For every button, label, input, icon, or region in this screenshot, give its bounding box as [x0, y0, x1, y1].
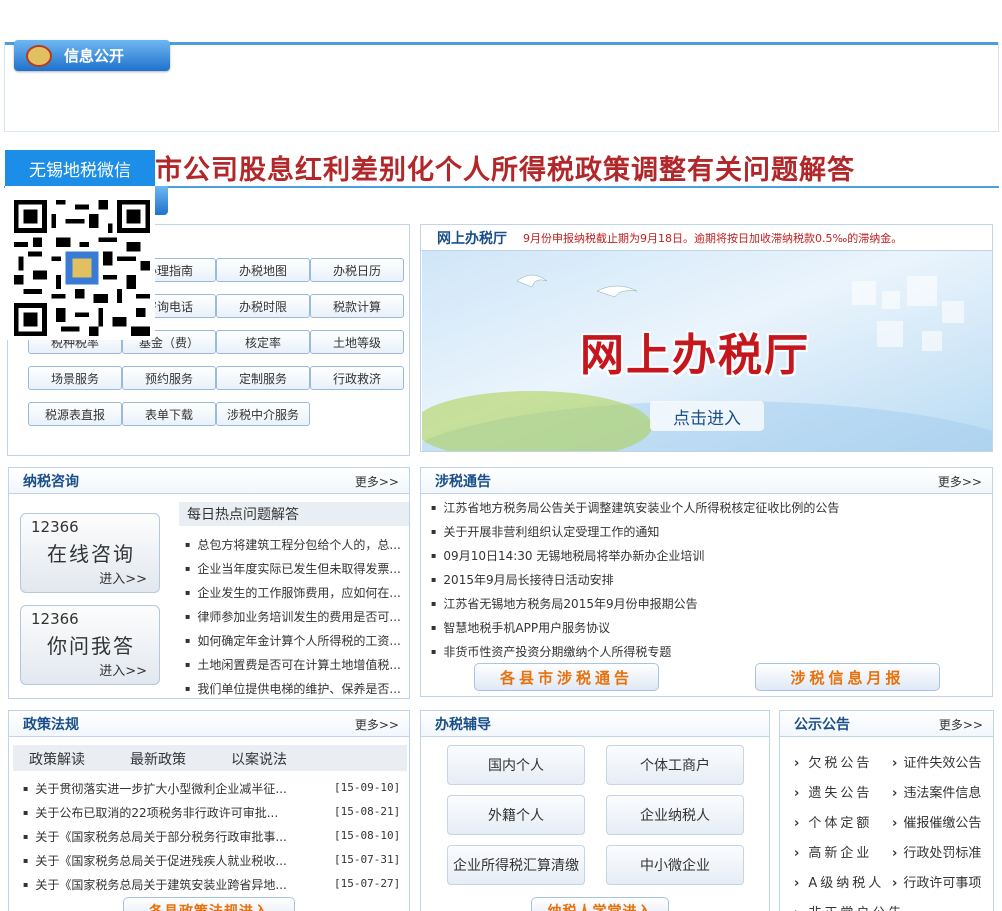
hot-question-item[interactable]: 我们单位提供电梯的维护、保养是否... [185, 680, 407, 697]
card-number: 12366 [31, 610, 79, 628]
tax-emblem-icon [26, 44, 52, 67]
tax-notice-item[interactable]: 智慧地税手机APP用户服务协议 [431, 619, 981, 636]
policy-date: [15-08-21] [334, 805, 401, 818]
card-number: 12366 [31, 518, 79, 536]
tax-notice-item[interactable]: 非货币性资产投资分期缴纳个人所得税专题 [431, 643, 981, 660]
public-notice-item[interactable]: 个体定额 [794, 812, 872, 831]
guide-button[interactable]: 国内个人 [447, 745, 585, 785]
qa-card[interactable]: 12366 你问我答 进入>> [20, 605, 160, 685]
wechat-float[interactable]: 无锡地税微信 [5, 150, 155, 340]
wechat-title: 无锡地税微信 [5, 150, 155, 186]
info-tab-label: 信息公开 [64, 47, 125, 65]
policy-date: [15-07-31] [334, 853, 401, 866]
hot-question-item[interactable]: 企业发生的工作服饰费用，应如何在... [185, 584, 407, 601]
hot-question-item[interactable]: 律师参加业务培训发生的费用是否可... [185, 608, 407, 625]
tab-policy-interpretation[interactable]: 政策解读 [29, 749, 85, 769]
hot-question-item[interactable]: 土地闲置费是否可在计算土地增值税... [185, 656, 407, 673]
service-button[interactable]: 核定率 [216, 330, 310, 354]
public-notice-item[interactable]: 催报催缴公告 [892, 812, 981, 831]
tax-notice-item[interactable]: 江苏省地方税务局公告关于调整建筑安装业个人所得税核定征收比例的公告 [431, 499, 981, 516]
guide-button[interactable]: 个体工商户 [606, 745, 744, 785]
online-hall-banner[interactable]: 网上办税厅 点击进入 [422, 251, 992, 451]
online-hall-title: 网上办税厅 [437, 230, 507, 247]
tax-notice-title: 涉税通告 [435, 473, 491, 490]
service-button[interactable]: 定制服务 [216, 366, 310, 390]
service-button[interactable]: 税源表直报 [28, 402, 122, 426]
service-button[interactable]: 行政救济 [310, 366, 404, 390]
taxpayer-school-button[interactable]: 纳税人学堂进入 [531, 897, 669, 911]
service-button[interactable]: 场景服务 [28, 366, 122, 390]
public-notice-panel: 公示公告 更多>> 欠税公告遗失公告个体定额高新企业 A级纳税人非正常户公告 证件失… [779, 710, 994, 911]
public-notice-item[interactable]: 非正常户公告 [794, 902, 904, 911]
online-consult-card[interactable]: 12366 在线咨询 进入>> [20, 513, 160, 593]
consult-more-link[interactable]: 更多>> [355, 473, 399, 490]
policy-date: [15-07-27] [334, 877, 401, 890]
county-notice-button[interactable]: 各县市涉税通告 [474, 663, 659, 691]
card-name: 你问我答 [47, 634, 135, 658]
public-notice-more-link[interactable]: 更多>> [939, 716, 983, 733]
service-button[interactable]: 办税日历 [310, 258, 404, 282]
policy-item[interactable]: 关于《国家税务总局关于部分税务行政审批事... [23, 828, 323, 845]
service-button[interactable]: 办税地图 [216, 258, 310, 282]
guide-panel: 办税辅导 国内个人个体工商户外籍个人企业纳税人企业所得税汇算清缴中小微企业 纳税… [420, 710, 770, 911]
qr-code-icon [14, 200, 150, 336]
service-button[interactable]: 办税时限 [216, 294, 310, 318]
banner-title: 网上办税厅 [580, 330, 810, 381]
tax-notice-item[interactable]: 关于开展非营利组织认定受理工作的通知 [431, 523, 981, 540]
policy-item[interactable]: 关于《国家税务总局关于建筑安装业跨省异地... [23, 876, 323, 893]
service-button[interactable]: 预约服务 [122, 366, 216, 390]
headline-link[interactable]: 市公司股息红利差别化个人所得税政策调整有关问题解答 [155, 148, 855, 187]
guide-button[interactable]: 外籍个人 [447, 795, 585, 835]
tax-notice-panel: 涉税通告 更多>> 江苏省地方税务局公告关于调整建筑安装业个人所得税核定征收比例… [420, 467, 993, 697]
service-button[interactable]: 表单下载 [122, 402, 216, 426]
public-notice-item[interactable]: 违法案件信息 [892, 782, 981, 801]
tax-notice-item[interactable]: 2015年9月局长接待日活动安排 [431, 571, 981, 588]
service-button[interactable]: 土地等级 [310, 330, 404, 354]
policy-panel: 政策法规 更多>> 政策解读 最新政策 以案说法 关于贯彻落实进一步扩大小型微利… [8, 710, 410, 911]
policy-date: [15-08-10] [334, 829, 401, 842]
guide-button[interactable]: 企业所得税汇算清缴 [447, 845, 585, 885]
online-hall-panel: 网上办税厅 9月份申报纳税截止期为9月18日。逾期将按日加收滞纳税款0.5‰的滞… [420, 224, 993, 452]
public-notice-item[interactable]: 行政处罚标准 [892, 842, 981, 861]
public-notice-item[interactable]: 行政许可事项 [892, 872, 981, 891]
public-notice-item[interactable]: 遗失公告 [794, 782, 872, 801]
hot-question-item[interactable]: 总包方将建筑工程分包给个人的，总... [185, 536, 407, 553]
public-notice-item[interactable]: A级纳税人 [794, 872, 884, 891]
card-enter: 进入>> [99, 572, 147, 587]
guide-button[interactable]: 中小微企业 [606, 845, 744, 885]
hot-question-item[interactable]: 企业当年度实际已发生但未取得发票... [185, 560, 407, 577]
policy-item[interactable]: 关于公布已取消的22项税务非行政许可审批... [23, 804, 323, 821]
tax-notice-item[interactable]: 09月10日14:30 无锡地税局将举办新办企业培训 [431, 547, 981, 564]
enter-hall-button[interactable]: 点击进入 [650, 401, 764, 431]
guide-button[interactable]: 企业纳税人 [606, 795, 744, 835]
public-notice-title: 公示公告 [794, 716, 850, 733]
policy-tabs: 政策解读 最新政策 以案说法 [13, 745, 407, 771]
tab-latest-policy[interactable]: 最新政策 [130, 749, 186, 769]
service-button[interactable]: 涉税中介服务 [216, 402, 310, 426]
public-notice-item[interactable]: 欠税公告 [794, 752, 872, 771]
tab-case-study[interactable]: 以案说法 [231, 749, 287, 769]
policy-more-link[interactable]: 更多>> [355, 716, 399, 733]
card-name: 在线咨询 [47, 542, 135, 566]
deadline-notice[interactable]: 9月份申报纳税截止期为9月18日。逾期将按日加收滞纳税款0.5‰的滞纳金。 [523, 230, 902, 246]
monthly-report-button[interactable]: 涉税信息月报 [755, 663, 940, 691]
guide-title: 办税辅导 [435, 716, 491, 733]
hot-question-item[interactable]: 如何确定年金计算个人所得税的工资... [185, 632, 407, 649]
info-public-tab[interactable]: 信息公开 [14, 40, 170, 71]
card-enter: 进入>> [99, 664, 147, 679]
hot-questions-header: 每日热点问题解答 [179, 502, 409, 526]
policy-item[interactable]: 关于贯彻落实进一步扩大小型微利企业减半征... [23, 780, 323, 797]
tax-notice-item[interactable]: 江苏省无锡地方税务局2015年9月份申报期公告 [431, 595, 981, 612]
tax-notice-more-link[interactable]: 更多>> [938, 473, 982, 490]
consult-panel: 纳税咨询 更多>> 12366 在线咨询 进入>> 12366 你问我答 进入>… [8, 467, 410, 699]
service-button[interactable]: 税款计算 [310, 294, 404, 318]
public-notice-item[interactable]: 高新企业 [794, 842, 872, 861]
policy-item[interactable]: 关于《国家税务总局关于促进残疾人就业税收... [23, 852, 323, 869]
policy-title: 政策法规 [23, 716, 79, 733]
policy-date: [15-09-10] [334, 781, 401, 794]
consult-title: 纳税咨询 [23, 473, 79, 490]
public-notice-item[interactable]: 证件失效公告 [892, 752, 981, 771]
county-policy-button[interactable]: 各县政策法规进入 [123, 897, 295, 911]
